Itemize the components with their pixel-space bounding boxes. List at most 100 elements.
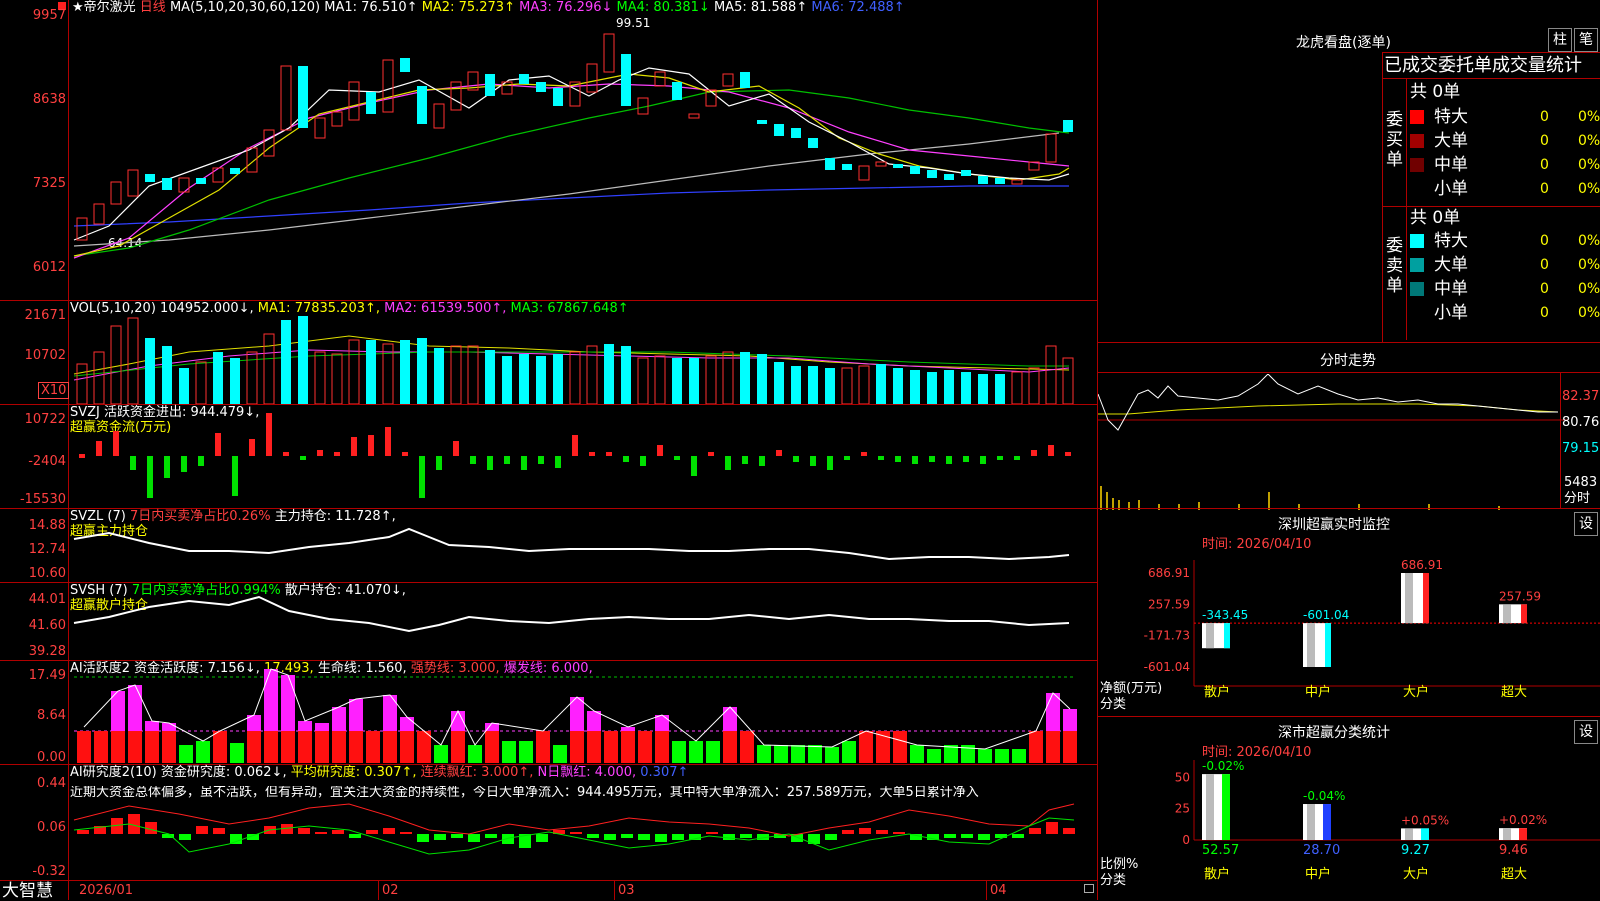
svzj-axis-1: 10722 [24,412,66,427]
svzj-chart[interactable] [69,405,1097,508]
color-swatch [1410,306,1424,320]
classify-value-label: 9.27 [1401,843,1430,858]
vol-value: 104952.000↓, [160,301,254,316]
classify-axis-tick: 50 [1175,770,1190,784]
monitor-bar-label: 686.91 [1401,560,1443,572]
monitor-bar-edge [1423,573,1429,624]
volume-chart[interactable] [69,316,1097,404]
monitor-settings-button[interactable]: 设 [1574,512,1598,536]
vol-unit: X10 [38,382,70,399]
candlestick-chart[interactable] [69,18,1097,300]
ai-research-chart[interactable] [69,800,1097,880]
row-pct: 0% [1578,257,1600,273]
classify-bar-group: +0.05% 9.27 大户 [1401,813,1449,882]
row-pct: 0% [1578,133,1600,149]
intraday-avg-line [1098,403,1559,415]
brand-logo[interactable]: 大智慧 [2,882,53,900]
lhb-title: 龙虎看盘(逐单) [1296,35,1391,51]
sell-total: 共 0单 [1410,208,1461,228]
ma3-value: MA3: 76.296↓ [519,0,613,15]
buy-row: 小单 0 0% [1410,178,1600,200]
monitor-category-label: 散户 [1204,684,1230,700]
classify-time: 时间: 2026/04/10 [1202,745,1312,760]
svsh-axis-2: 41.60 [28,618,66,633]
ma-line-blue [73,185,1069,227]
price-axis-3: 7325 [32,176,66,191]
ma5-value: MA5: 81.588↑ [713,0,808,15]
row-count: 0 [1540,109,1549,125]
svzj-bars [79,413,1071,498]
row-pct: 0% [1578,305,1600,321]
row-pct: 0% [1578,281,1600,297]
buy-row: 大单 0 0% [1410,130,1600,152]
svsh-chart[interactable] [69,583,1097,660]
down-arrow-icon: ↓ [903,661,913,664]
date-label-1: 2026/01 [79,883,134,898]
monitor-axis-tick: -171.73 [1144,629,1190,643]
monitor-bar-chart[interactable]: 686.91 257.59 -171.73 -601.04 -343.45 散户 -601.… [1098,560,1600,716]
ai1-axis-1: 17.49 [28,668,66,683]
vol-axis-1: 21671 [24,308,66,323]
bar-view-button[interactable]: 柱 [1548,28,1572,52]
ai2-ndays: N日飘红: 4.000, [537,765,637,780]
intraday-price-line [1098,374,1558,431]
classify-settings-button[interactable]: 设 [1574,720,1598,744]
classify-category-label: 散户 [1204,866,1230,882]
ai-research-bars [77,814,1075,848]
classify-bar-chart[interactable]: 7550250-0.02%52.57散户-0.04%28.70中户+0.05%9… [1098,760,1600,900]
monitor-bar-group: 686.91 大户 [1401,560,1443,700]
ai-activity-chart[interactable]: ↓ [69,661,1097,764]
fenshi-title[interactable]: 分时走势 [1320,350,1376,370]
sell-row: 特大 0 0% [1410,230,1600,252]
row-count: 0 [1540,281,1549,297]
color-swatch [1410,258,1424,272]
row-count: 0 [1540,305,1549,321]
monitor-category-label: 超大 [1501,685,1527,700]
row-pct: 0% [1578,181,1600,197]
ai2-last: 0.307↑ [640,765,689,780]
ai2-axis-3: -0.32 [32,864,66,879]
monitor-bar-edge [1521,604,1527,624]
classify-category-label: 中户 [1305,866,1331,882]
ai2-axis-2: 0.06 [37,820,66,835]
color-swatch [1410,158,1424,172]
row-count: 0 [1540,233,1549,249]
row-name: 小单 [1434,303,1468,323]
monitor-bar-label: -343.45 [1202,608,1248,622]
vol-title: VOL(5,10,20) [70,301,156,316]
tick-view-button[interactable]: 笔 [1574,28,1598,52]
monitor-bar-edge [1325,623,1331,667]
classify-bar-shade [1307,804,1315,840]
color-swatch [1410,282,1424,296]
monitor-time: 时间: 2026/04/10 [1202,537,1312,552]
classify-bar-edge [1519,828,1527,840]
period-label[interactable]: 日线 [140,0,166,15]
main-chart-area[interactable]: ★帝尔激光 日线 MA(5,10,20,30,60,120) MA1: 76.5… [0,0,1098,900]
sell-row: 大单 0 0% [1410,254,1600,276]
monitor-axis-tick: 686.91 [1148,566,1190,580]
ma6-value: MA6: 72.488↑ [811,0,905,15]
classify-bar-shade [1206,774,1214,840]
lock-icon[interactable] [1084,884,1094,893]
svsh-axis-3: 39.28 [28,644,66,659]
monitor-axis-tick: 257.59 [1148,597,1190,611]
monitor-bar-edge [1224,623,1230,649]
color-swatch [1410,234,1424,248]
row-count: 0 [1540,257,1549,273]
classify-value-label: 28.70 [1303,843,1340,858]
stock-name[interactable]: ★帝尔激光 [72,0,136,15]
ai2-label: 资金研究度: 0.062↓, [160,765,287,780]
classify-bar-edge [1421,828,1429,840]
candles [76,33,1073,241]
svzl-chart[interactable] [69,509,1097,582]
row-name: 中单 [1434,279,1468,299]
right-panel: 龙虎看盘(逐单) 柱 笔 已成交委托单成交量统计 委买单 委卖单 共 0单 共 … [1098,0,1600,900]
classify-bar-edge [1222,774,1230,840]
classify-category-label: 超大 [1501,867,1527,882]
ai2-comment: 近期大资金总体偏多，虽不活跃，但有异动，宜关注大资金的持续性，今日大单净流入：9… [70,786,979,800]
monitor-bar-shade [1206,623,1214,649]
intraday-chart[interactable] [1098,374,1568,510]
ai2-avg: 平均研究度: 0.307↑, [290,765,417,780]
classify-delta-label: +0.05% [1401,813,1449,827]
lhb-subtitle: 已成交委托单成交量统计 [1384,55,1582,76]
